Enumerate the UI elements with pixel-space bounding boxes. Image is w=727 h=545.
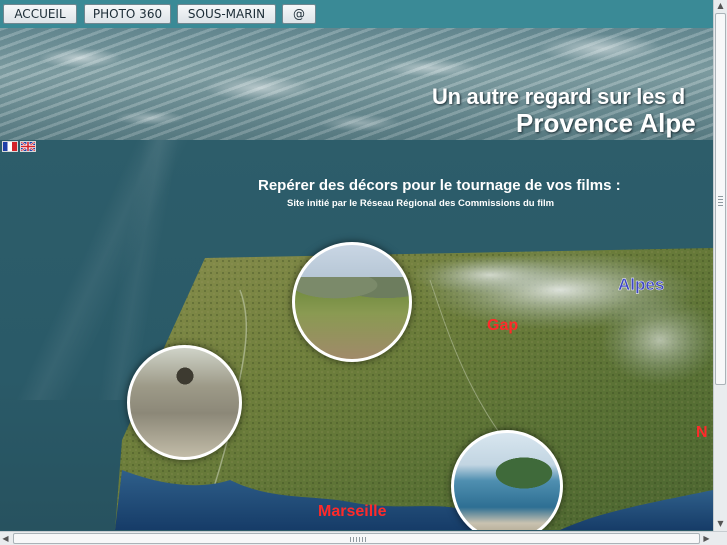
nav-button-photo-360[interactable]: PHOTO 360: [84, 4, 171, 24]
flag-fr-icon[interactable]: [2, 141, 18, 152]
horizontal-scrollbar[interactable]: ◀ ▶: [0, 531, 727, 545]
coastline-photo[interactable]: [451, 430, 563, 530]
city-label-alpes: Alpes: [618, 275, 664, 294]
nav-button-contact[interactable]: @: [282, 4, 316, 24]
vertical-scroll-thumb[interactable]: [715, 13, 726, 385]
scroll-up-arrow-icon[interactable]: ▲: [715, 0, 726, 11]
scroll-left-arrow-icon[interactable]: ◀: [0, 533, 11, 544]
horizontal-scroll-thumb[interactable]: [13, 533, 700, 544]
banner-title-line2: Provence Alpe: [516, 108, 696, 138]
banner-title-line1: Un autre regard sur les d: [432, 84, 685, 109]
mountain-meadow-photo[interactable]: [292, 242, 412, 362]
city-label-n: N: [696, 424, 708, 441]
water-banner: Un autre regard sur les d Provence Alpe: [0, 28, 727, 140]
flag-en-icon[interactable]: [20, 141, 36, 152]
scroll-down-arrow-icon[interactable]: ▼: [715, 518, 726, 529]
scroll-right-arrow-icon[interactable]: ▶: [701, 533, 712, 544]
vertical-scrollbar[interactable]: ▲ ▼: [713, 0, 727, 531]
grip-icon: [350, 537, 366, 542]
city-label-marseille: Marseille: [318, 503, 387, 520]
top-navigation: ACCUEIL PHOTO 360 SOUS-MARIN @: [0, 0, 727, 28]
grip-icon: [718, 194, 723, 206]
main-content: Repérer des décors pour le tournage de v…: [0, 140, 713, 530]
city-label-gap: Gap: [487, 317, 518, 334]
nav-button-accueil[interactable]: ACCUEIL: [3, 4, 77, 24]
village-square-photo[interactable]: [127, 345, 242, 460]
nav-button-sous-marin[interactable]: SOUS-MARIN: [177, 4, 276, 24]
